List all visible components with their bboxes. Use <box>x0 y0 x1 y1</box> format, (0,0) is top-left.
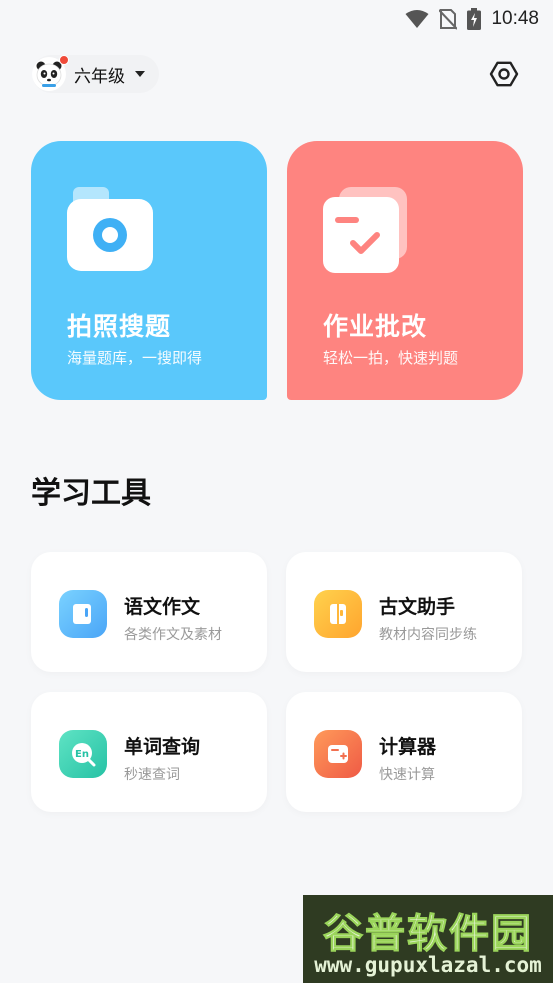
english-search-icon: En <box>59 730 107 778</box>
settings-button[interactable] <box>486 56 522 92</box>
photo-search-title: 拍照搜题 <box>67 312 172 341</box>
grade-label: 六年级 <box>74 66 125 87</box>
grade-selector[interactable]: 六年级 <box>32 55 159 93</box>
tool-title: 计算器 <box>379 736 437 758</box>
tool-title: 古文助手 <box>379 596 456 618</box>
scroll-icon <box>314 590 362 638</box>
book-icon <box>59 590 107 638</box>
avatar[interactable] <box>32 55 69 91</box>
section-title: 学习工具 <box>31 476 151 511</box>
tool-title: 语文作文 <box>124 596 201 618</box>
homework-correction-subtitle: 轻松一拍，快速判题 <box>323 349 459 367</box>
chevron-down-icon <box>135 71 145 77</box>
battery-charging-icon <box>467 8 482 30</box>
watermark: 谷普软件园 www.gupuxlazal.com <box>303 895 553 983</box>
gear-icon <box>489 61 519 87</box>
tool-subtitle: 各类作文及素材 <box>124 627 222 643</box>
watermark-title: 谷普软件园 <box>323 911 533 958</box>
watermark-url: www.gupuxlazal.com <box>314 953 542 977</box>
photo-search-subtitle: 海量题库，一搜即得 <box>67 349 203 367</box>
homework-correction-title: 作业批改 <box>323 312 428 341</box>
tool-card-classical-chinese[interactable]: 古文助手 教材内容同步练 <box>286 552 522 672</box>
status-bar: 10:48 <box>0 0 553 38</box>
photo-search-card[interactable]: 拍照搜题 海量题库，一搜即得 <box>31 141 267 400</box>
clock: 10:48 <box>491 8 539 29</box>
tool-subtitle: 秒速查词 <box>124 767 180 783</box>
camera-icon <box>67 187 153 271</box>
checklist-icon <box>323 187 407 273</box>
tool-subtitle: 快速计算 <box>379 767 435 783</box>
no-sim-icon <box>439 9 458 30</box>
tool-subtitle: 教材内容同步练 <box>379 627 477 643</box>
homework-correction-card[interactable]: 作业批改 轻松一拍，快速判题 <box>287 141 523 400</box>
wifi-icon <box>405 10 429 28</box>
tool-card-word-lookup[interactable]: En 单词查询 秒速查词 <box>31 692 267 812</box>
notification-dot <box>59 55 69 65</box>
calculator-icon <box>314 730 362 778</box>
svg-text:En: En <box>75 749 89 760</box>
tool-title: 单词查询 <box>124 736 201 758</box>
tool-card-calculator[interactable]: 计算器 快速计算 <box>286 692 522 812</box>
tool-card-composition[interactable]: 语文作文 各类作文及素材 <box>31 552 267 672</box>
